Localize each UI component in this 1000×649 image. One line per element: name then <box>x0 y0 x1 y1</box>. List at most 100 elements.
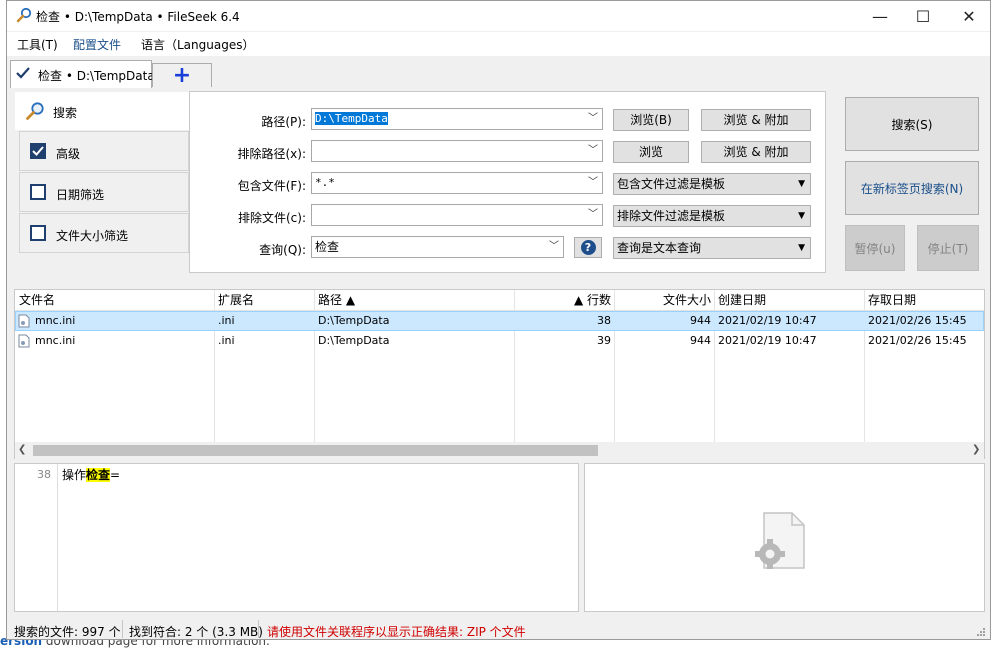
size-filter-checkbox[interactable] <box>30 225 46 241</box>
app-magnifier-icon <box>16 7 32 23</box>
size-filter-label: 文件大小筛选 <box>56 229 129 243</box>
row-name: mnc.ini <box>35 314 76 327</box>
preview-line-text: 操作检查= <box>62 466 120 483</box>
preview-line-number: 38 <box>37 468 51 481</box>
table-row[interactable] <box>15 311 984 331</box>
preview-text-after: = <box>110 468 121 482</box>
row-size: 944 <box>690 314 711 327</box>
plus-icon: + <box>172 63 192 88</box>
dropdown-arrow-icon: ▼ <box>798 211 805 221</box>
ini-file-icon <box>18 314 30 328</box>
exclude-files-input[interactable]: ﹀ <box>311 204 603 226</box>
row-created: 2021/02/19 10:47 <box>718 334 817 347</box>
row-line: 39 <box>597 334 611 347</box>
resize-grip-icon[interactable] <box>976 627 986 637</box>
results-header <box>15 290 984 311</box>
stop-button[interactable]: 停止(T) <box>917 225 979 271</box>
query-type-value: 查询是文本查询 <box>617 241 702 255</box>
exclude-filter-select[interactable]: 排除文件过滤是模板 ▼ <box>613 205 811 227</box>
menu-tools[interactable]: 工具(T) <box>17 36 58 53</box>
add-tab-button[interactable]: + <box>152 63 212 88</box>
preview-highlight: 检查 <box>86 468 111 482</box>
path-value: D:\TempData <box>315 112 388 125</box>
include-files-input[interactable]: *.* ﹀ <box>311 172 603 194</box>
browse-append-button[interactable]: 浏览 & 附加 <box>701 109 811 131</box>
preview-text-before: 操作 <box>62 468 87 482</box>
advanced-label: 高级 <box>56 147 81 161</box>
row-accessed: 2021/02/26 15:45 <box>868 314 967 327</box>
chevron-down-icon[interactable]: ﹀ <box>588 109 598 129</box>
maximize-button[interactable]: ☐ <box>900 1 946 31</box>
dropdown-arrow-icon: ▼ <box>798 179 805 189</box>
scrollbar-thumb[interactable] <box>33 445 598 456</box>
column-name[interactable]: 文件名 <box>19 290 55 310</box>
query-input[interactable]: 检查 ﹀ <box>311 236 564 258</box>
date-filter-checkbox[interactable] <box>30 184 46 200</box>
dropdown-arrow-icon: ▼ <box>798 243 805 253</box>
menu-profiles[interactable]: 配置文件 <box>73 36 121 53</box>
menu-language[interactable]: 语言（Languages） <box>141 36 254 53</box>
browse-button[interactable]: 浏览(B) <box>613 109 689 131</box>
status-warning: 请使用文件关联程序以显示正确结果: ZIP 个文件 <box>267 625 526 639</box>
exclude-path-input[interactable]: ﹀ <box>311 140 603 162</box>
query-type-select[interactable]: 查询是文本查询 ▼ <box>613 237 811 259</box>
window-title: 检查 • D:\TempData • FileSeek 6.4 <box>36 10 240 24</box>
row-extension: .ini <box>218 314 235 327</box>
minimize-button[interactable]: — <box>857 1 903 31</box>
tab-label: 检查 • D:\TempData <box>38 69 155 83</box>
row-name: mnc.ini <box>35 334 76 347</box>
row-accessed: 2021/02/26 15:45 <box>868 334 967 347</box>
column-extension[interactable]: 扩展名 <box>218 290 254 310</box>
row-created: 2021/02/19 10:47 <box>718 314 817 327</box>
search-button[interactable]: 搜索(S) <box>845 97 979 151</box>
column-path[interactable]: 路径 ▲ <box>318 290 355 310</box>
exclude-files-label: 排除文件(c): <box>237 211 306 225</box>
column-line[interactable]: ▲ 行数 <box>515 290 611 310</box>
include-filter-value: 包含文件过滤是模板 <box>617 177 726 191</box>
exclude-path-label: 排除路径(x): <box>237 147 306 161</box>
search-icon <box>26 102 44 120</box>
checkmark-icon <box>32 146 44 156</box>
status-searched-files: 搜索的文件: 997 个 <box>14 625 121 639</box>
row-path: D:\TempData <box>318 334 390 347</box>
column-created[interactable]: 创建日期 <box>718 290 766 310</box>
exclude-filter-value: 排除文件过滤是模板 <box>617 209 726 223</box>
scroll-right-icon[interactable]: ❯ <box>972 444 980 455</box>
table-row[interactable] <box>15 331 984 351</box>
exclude-browse-button[interactable]: 浏览 <box>613 141 689 163</box>
help-icon: ? <box>580 240 596 255</box>
checkmark-icon <box>16 67 30 79</box>
advanced-checkbox[interactable] <box>30 143 46 159</box>
line-gutter <box>15 464 58 611</box>
status-divider <box>258 620 259 638</box>
exclude-browse-append-button[interactable]: 浏览 & 附加 <box>701 141 811 163</box>
chevron-down-icon[interactable]: ﹀ <box>549 237 559 257</box>
help-button[interactable]: ? <box>574 237 602 258</box>
query-label: 查询(Q): <box>259 243 306 257</box>
row-extension: .ini <box>218 334 235 347</box>
row-path: D:\TempData <box>318 314 390 327</box>
scroll-left-icon[interactable]: ❮ <box>18 444 26 455</box>
close-button[interactable]: ✕ <box>946 1 992 31</box>
chevron-down-icon[interactable]: ﹀ <box>588 173 598 193</box>
column-accessed[interactable]: 存取日期 <box>868 290 916 310</box>
row-line: 38 <box>597 314 611 327</box>
path-label: 路径(P): <box>261 115 306 129</box>
include-files-label: 包含文件(F): <box>237 179 306 193</box>
status-divider <box>122 620 123 638</box>
text-preview-pane[interactable] <box>14 463 579 612</box>
include-filter-select[interactable]: 包含文件过滤是模板 ▼ <box>613 173 811 195</box>
search-new-tab-button[interactable]: 在新标签页搜索(N) <box>845 161 979 215</box>
query-value: 检查 <box>315 240 340 254</box>
chevron-down-icon[interactable]: ﹀ <box>588 141 598 161</box>
pause-button[interactable]: 暂停(u) <box>845 225 905 271</box>
include-files-value: *.* <box>315 176 335 189</box>
column-size[interactable]: 文件大小 <box>615 290 711 310</box>
row-size: 944 <box>690 334 711 347</box>
sidebar-search-label: 搜索 <box>53 106 78 120</box>
path-input[interactable]: D:\TempData ﹀ <box>311 108 603 130</box>
chevron-down-icon[interactable]: ﹀ <box>588 205 598 225</box>
background-window-right <box>990 0 1000 649</box>
ini-file-icon <box>18 334 30 348</box>
file-settings-icon <box>755 512 805 569</box>
